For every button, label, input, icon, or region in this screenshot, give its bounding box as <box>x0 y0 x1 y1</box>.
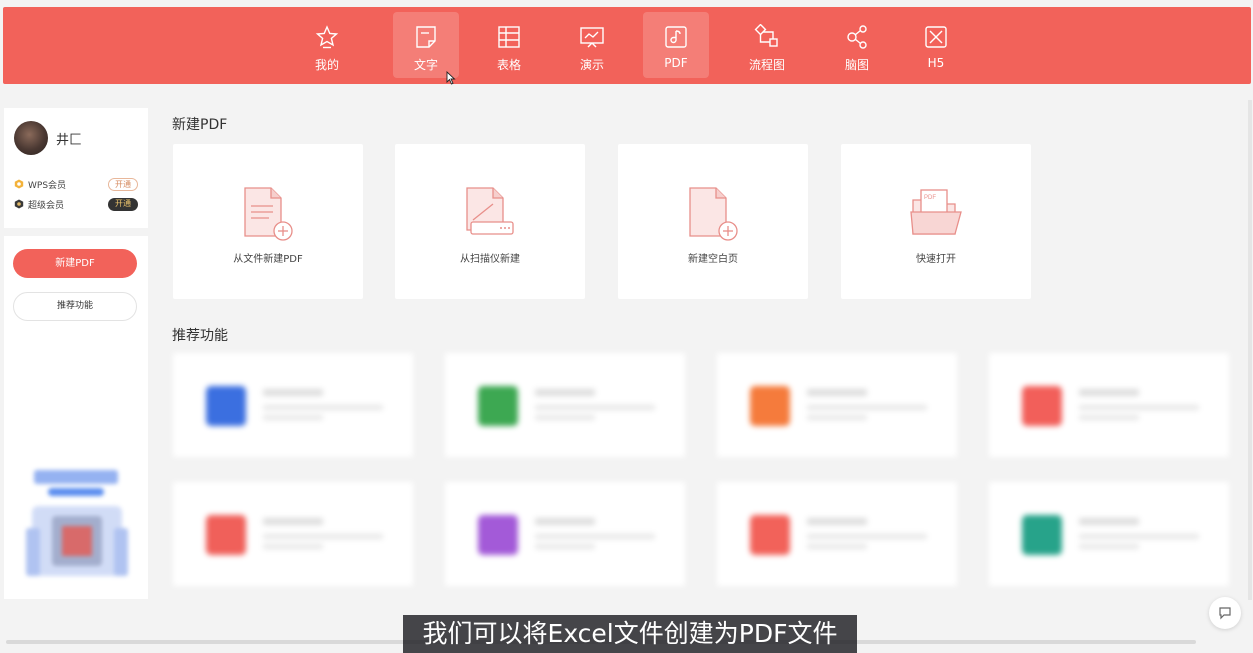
tab-flowchart[interactable]: 流程图 <box>734 12 800 78</box>
tab-slide[interactable]: 演示 <box>559 12 625 78</box>
super-member-label: 超级会员 <box>28 200 65 211</box>
wps-member-row: WPS会员 开通 <box>14 177 138 191</box>
super-member-open-button[interactable]: 开通 <box>108 197 138 211</box>
card-new-blank-page[interactable]: 新建空白页 <box>618 144 808 299</box>
tab-flowchart-label: 流程图 <box>748 58 785 72</box>
chat-bubble-icon <box>1219 607 1231 620</box>
top-nav-bar: 我的 文字 表格 演示 PDF 流程图 脑图 H5 <box>3 7 1251 84</box>
video-subtitle: 我们可以将Excel文件创建为PDF文件 <box>403 615 857 653</box>
tab-mindmap[interactable]: 脑图 <box>824 12 890 78</box>
card-new-from-file[interactable]: 从文件新建PDF <box>173 144 363 299</box>
app-tabs: 我的 文字 表格 演示 PDF 流程图 脑图 H5 <box>3 7 1251 84</box>
recommend-features-button[interactable]: 推荐功能 <box>13 292 137 321</box>
new-pdf-button[interactable]: 新建PDF <box>13 249 137 278</box>
feature-card[interactable] <box>173 353 413 457</box>
super-member-row: 超级会员 开通 <box>14 197 138 211</box>
tab-h5[interactable]: H5 <box>903 12 969 78</box>
table-icon <box>498 26 520 48</box>
card-new-blank-page-label: 新建空白页 <box>688 254 738 265</box>
card-quick-open-label: 快速打开 <box>916 254 956 265</box>
feature-card[interactable] <box>989 482 1229 586</box>
feature-card[interactable] <box>717 353 957 457</box>
mindmap-icon <box>847 25 867 49</box>
wps-member-label: WPS会员 <box>28 180 67 191</box>
card-quick-open[interactable]: PDF 快速打开 <box>841 144 1031 299</box>
feature-icon <box>478 515 518 555</box>
mouse-cursor-icon <box>446 71 456 85</box>
tab-sheet[interactable]: 表格 <box>476 12 542 78</box>
document-icon <box>416 26 436 48</box>
card-new-from-file-label: 从文件新建PDF <box>233 254 303 265</box>
wps-member-open-button[interactable]: 开通 <box>108 177 138 191</box>
file-add-icon <box>244 187 293 241</box>
tab-pdf[interactable]: PDF <box>643 12 709 78</box>
feedback-button[interactable] <box>1209 597 1241 629</box>
scanner-icon <box>466 187 514 235</box>
vertical-scrollbar[interactable] <box>1248 100 1252 600</box>
username: 井匚 <box>56 133 83 148</box>
tab-h5-label: H5 <box>927 56 945 70</box>
card-new-from-scanner-label: 从扫描仪新建 <box>460 254 520 265</box>
new-pdf-section-title: 新建PDF <box>172 117 228 133</box>
feature-card[interactable] <box>173 482 413 586</box>
folder-open-icon: PDF <box>910 189 962 235</box>
star-icon <box>315 25 339 49</box>
recommend-section-title: 推荐功能 <box>172 328 228 344</box>
tab-slide-label: 演示 <box>579 58 604 72</box>
presentation-icon <box>580 27 604 48</box>
tab-sheet-label: 表格 <box>496 58 521 72</box>
svg-text:PDF: PDF <box>924 195 936 201</box>
tab-doc-label: 文字 <box>413 58 438 72</box>
feature-card[interactable] <box>445 482 685 586</box>
tab-pdf-label: PDF <box>664 56 688 70</box>
feature-icon <box>1022 386 1062 426</box>
flowchart-icon <box>754 24 778 47</box>
blank-page-add-icon <box>689 187 738 241</box>
feature-icon <box>478 386 518 426</box>
feature-icon <box>750 386 790 426</box>
h5-icon <box>925 26 947 48</box>
tab-mine-label: 我的 <box>314 58 339 72</box>
feature-icon <box>206 386 246 426</box>
user-card: 井匚 WPS会员 开通 超级会员 开通 <box>4 108 148 228</box>
feature-card[interactable] <box>717 482 957 586</box>
tab-mindmap-label: 脑图 <box>844 58 869 72</box>
tab-mine[interactable]: 我的 <box>294 12 360 78</box>
feature-card[interactable] <box>989 353 1229 457</box>
super-member-icon <box>14 199 24 209</box>
pdf-icon <box>665 26 687 48</box>
tab-doc[interactable]: 文字 <box>393 12 459 78</box>
promo-banner-image[interactable] <box>22 468 132 583</box>
feature-icon <box>206 515 246 555</box>
wps-member-icon <box>14 179 24 189</box>
left-menu: 新建PDF 推荐功能 <box>4 236 148 599</box>
avatar[interactable] <box>14 121 48 155</box>
feature-card[interactable] <box>445 353 685 457</box>
feature-icon <box>1022 515 1062 555</box>
feature-icon <box>750 515 790 555</box>
card-new-from-scanner[interactable]: 从扫描仪新建 <box>395 144 585 299</box>
